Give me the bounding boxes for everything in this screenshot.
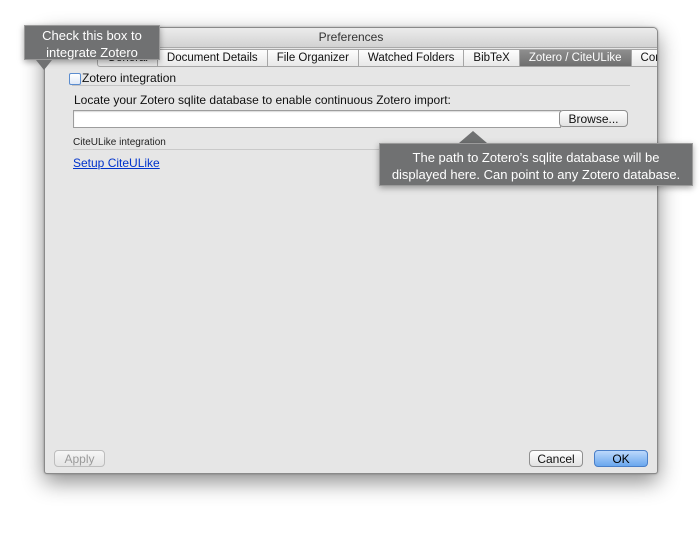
path-callout-line2: displayed here. Can point to any Zotero … — [391, 167, 681, 182]
tab-file-organizer[interactable]: File Organizer — [267, 49, 359, 67]
ok-button[interactable]: OK — [594, 450, 648, 467]
cancel-button[interactable]: Cancel — [529, 450, 583, 467]
checkbox-callout-pointer — [36, 60, 52, 70]
apply-button[interactable]: Apply — [54, 450, 105, 467]
checkbox-callout-line2: integrate Zotero — [46, 45, 138, 60]
path-callout-pointer — [459, 131, 487, 143]
tab-document-details[interactable]: Document Details — [157, 49, 268, 67]
zotero-integration-label[interactable]: Zotero integration — [82, 71, 176, 85]
tab-watched-folders[interactable]: Watched Folders — [358, 49, 465, 67]
preferences-tabs: General Document Details File Organizer … — [97, 49, 657, 67]
zotero-database-path-field[interactable] — [73, 110, 561, 128]
preferences-window: Preferences General Document Details Fil… — [44, 27, 658, 474]
path-callout: The path to Zotero’s sqlite database wil… — [379, 143, 693, 186]
setup-citeulike-link[interactable]: Setup CiteULike — [73, 156, 160, 170]
locate-database-label: Locate your Zotero sqlite database to en… — [74, 93, 451, 107]
section-divider — [72, 85, 630, 86]
checkbox-callout: Check this box to integrate Zotero — [24, 25, 160, 60]
path-callout-line1: The path to Zotero’s sqlite database wil… — [412, 150, 660, 165]
browse-button[interactable]: Browse... — [559, 110, 628, 127]
citeulike-section-label: CiteULike integration — [73, 137, 166, 148]
tab-zotero-citeulike[interactable]: Zotero / CiteULike — [519, 49, 632, 67]
checkbox-callout-line1: Check this box to — [42, 28, 142, 43]
tab-connection[interactable]: Connection — [631, 49, 657, 67]
zotero-integration-checkbox[interactable] — [69, 73, 81, 85]
tab-bibtex[interactable]: BibTeX — [464, 49, 520, 67]
